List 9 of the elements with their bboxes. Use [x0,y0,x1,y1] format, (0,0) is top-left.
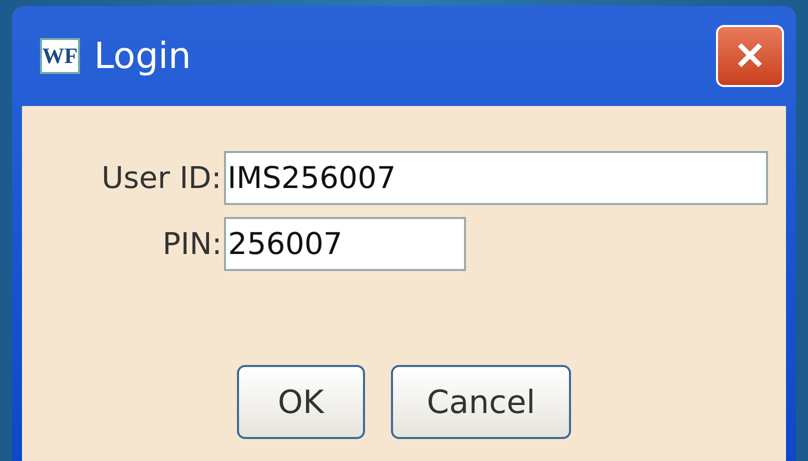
dialog-button[interactable]: Cancel [390,365,572,439]
input-field[interactable]: 256007 [224,217,466,271]
dialog-button[interactable]: OK [236,365,365,439]
input-field[interactable]: IMS256007 [224,151,768,205]
app-icon: WF [40,38,80,74]
close-button[interactable]: ✕ [716,25,784,87]
field-label: User ID: [100,160,223,196]
window-title: Login [94,36,192,76]
field-label: PIN: [162,226,223,262]
